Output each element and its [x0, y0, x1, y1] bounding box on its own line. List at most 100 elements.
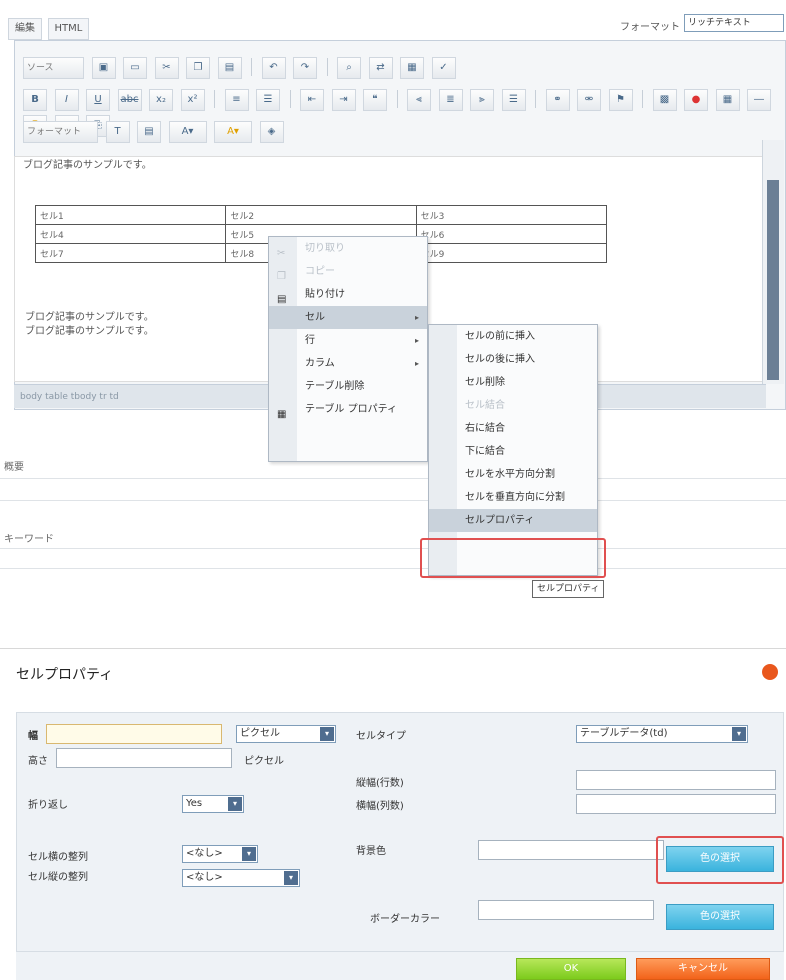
toolbar-divider — [535, 90, 536, 108]
submenu-cell-properties[interactable]: セルプロパティ — [429, 509, 597, 532]
submenu-split-horizontal[interactable]: セルを水平方向分割 — [429, 463, 597, 486]
width-input[interactable] — [46, 724, 222, 744]
submenu-delete-cell[interactable]: セル削除 — [429, 371, 597, 394]
choose-bordercolor-button[interactable]: 色の選択 — [666, 904, 774, 930]
menu-item-cell[interactable]: セル ▸ — [269, 306, 427, 329]
bg-color-icon[interactable]: A▾ — [214, 121, 252, 143]
rowspan-input[interactable] — [576, 770, 776, 790]
bordercolor-label: ボーダーカラー — [370, 914, 440, 925]
submenu-insert-before[interactable]: セルの前に挿入 — [429, 325, 597, 348]
ok-button[interactable]: OK — [516, 958, 626, 980]
keyword-input[interactable] — [0, 550, 786, 568]
submenu-merge-cells[interactable]: セル結合 — [429, 394, 597, 417]
format-select[interactable]: リッチテキスト — [684, 14, 784, 32]
underline-icon[interactable]: U — [86, 89, 110, 111]
new-page-icon[interactable]: ▭ — [123, 57, 147, 79]
indent-icon[interactable]: ⇥ — [331, 89, 356, 111]
cancel-button[interactable]: キャンセル — [636, 958, 770, 980]
select-all-icon[interactable]: ▦ — [400, 57, 424, 79]
table-icon[interactable]: ▦ — [715, 89, 740, 111]
menu-item-column[interactable]: カラム ▸ — [269, 352, 427, 375]
keyword-label: キーワード — [4, 534, 54, 545]
table-cell[interactable]: セル7 — [34, 243, 227, 263]
summary-label: 概要 — [4, 462, 24, 473]
link-icon[interactable]: ⚭ — [545, 89, 570, 111]
menu-item-row[interactable]: 行 ▸ — [269, 329, 427, 352]
strike-icon[interactable]: abc — [117, 89, 142, 111]
superscript-icon[interactable]: x² — [180, 89, 205, 111]
unlink-icon[interactable]: ⚮ — [577, 89, 601, 111]
menu-item-delete-table[interactable]: テーブル削除 — [269, 375, 427, 398]
submenu-merge-right[interactable]: 右に結合 — [429, 417, 597, 440]
paste-icon[interactable]: ▤ — [217, 57, 242, 79]
blockquote-icon[interactable]: ❝ — [363, 89, 387, 111]
menu-item-label: テーブル削除 — [305, 381, 365, 392]
cut-icon[interactable]: ✂ — [154, 57, 179, 79]
halign-select[interactable]: <なし> ▾ — [182, 845, 258, 863]
colspan-input[interactable] — [576, 794, 776, 814]
select-value: <なし> — [186, 872, 223, 883]
intro-text: ブログ記事のサンプルです。 — [23, 160, 152, 171]
subscript-icon[interactable]: x₂ — [149, 89, 173, 111]
tab-html[interactable]: HTML — [47, 18, 90, 40]
rowspan-label: 縦幅(行数) — [356, 778, 404, 789]
italic-icon[interactable]: I — [54, 89, 79, 111]
format-dropdown[interactable]: フォーマット — [23, 121, 98, 143]
close-icon[interactable] — [762, 664, 778, 680]
table-cell[interactable]: セル6 — [415, 224, 608, 244]
numbered-list-icon[interactable]: ≡ — [224, 89, 249, 111]
bold-icon[interactable]: B — [23, 89, 47, 111]
bgcolor-label: 背景色 — [356, 846, 386, 857]
font-icon[interactable]: T — [105, 121, 130, 143]
menu-item-copy[interactable]: ❐ コピー — [269, 260, 427, 283]
table-cell[interactable]: セル1 — [34, 205, 227, 225]
bullet-list-icon[interactable]: ☰ — [256, 89, 280, 111]
save-icon[interactable]: ▣ — [91, 57, 116, 79]
align-left-icon[interactable]: ⫷ — [407, 89, 431, 111]
celltype-select[interactable]: テーブルデータ(td) ▾ — [576, 725, 748, 743]
hr-icon[interactable]: ― — [747, 89, 771, 111]
menu-item-label: 貼り付け — [305, 289, 345, 300]
bgcolor-input[interactable] — [478, 840, 664, 860]
bordercolor-input[interactable] — [478, 900, 654, 920]
select-value: <なし> — [186, 848, 223, 859]
table-cell[interactable]: セル2 — [225, 205, 417, 225]
size-icon[interactable]: ▤ — [137, 121, 161, 143]
redo-icon[interactable]: ↷ — [293, 57, 317, 79]
outdent-icon[interactable]: ⇤ — [300, 89, 324, 111]
table-row: セル1 セル2 セル3 — [34, 205, 608, 225]
width-unit-select[interactable]: ピクセル ▾ — [236, 725, 336, 743]
scrollbar-thumb[interactable] — [767, 180, 779, 380]
menu-item-table-properties[interactable]: ▦ テーブル プロパティ — [269, 398, 427, 421]
table-cell[interactable]: セル4 — [34, 224, 227, 244]
menu-item-cut[interactable]: ✂ 切り取り — [269, 237, 427, 260]
table-cell[interactable]: セル3 — [415, 205, 608, 225]
menu-item-paste[interactable]: ▤ 貼り付け — [269, 283, 427, 306]
menu-item-label: セル — [305, 312, 325, 323]
text-color-icon[interactable]: A▾ — [168, 121, 207, 143]
menu-item-label: テーブル プロパティ — [305, 404, 397, 415]
image-icon[interactable]: ▩ — [652, 89, 677, 111]
copy-icon[interactable]: ❐ — [186, 57, 210, 79]
replace-icon[interactable]: ⇄ — [368, 57, 393, 79]
toolbar-divider — [396, 90, 398, 108]
undo-icon[interactable]: ↶ — [261, 57, 286, 79]
summary-input[interactable] — [0, 480, 786, 500]
find-icon[interactable]: ⌕ — [337, 57, 361, 79]
submenu-merge-down[interactable]: 下に結合 — [429, 440, 597, 463]
wrap-select[interactable]: Yes ▾ — [182, 795, 244, 813]
submenu-split-vertical[interactable]: セルを垂直方向に分割 — [429, 486, 597, 509]
source-button[interactable]: ソース — [23, 57, 84, 79]
valign-select[interactable]: <なし> ▾ — [182, 869, 300, 887]
flash-icon[interactable]: ● — [684, 89, 708, 111]
align-center-icon[interactable]: ≣ — [438, 89, 463, 111]
submenu-insert-after[interactable]: セルの後に挿入 — [429, 348, 597, 371]
align-right-icon[interactable]: ⫸ — [470, 89, 494, 111]
table-cell[interactable]: セル9 — [415, 243, 608, 263]
tab-edit[interactable]: 編集 — [8, 18, 42, 40]
anchor-icon[interactable]: ⚑ — [608, 89, 633, 111]
maximize-icon[interactable]: ◈ — [259, 121, 284, 143]
align-justify-icon[interactable]: ☰ — [501, 89, 526, 111]
spellcheck-icon[interactable]: ✓ — [431, 57, 456, 79]
height-input[interactable] — [56, 748, 232, 768]
